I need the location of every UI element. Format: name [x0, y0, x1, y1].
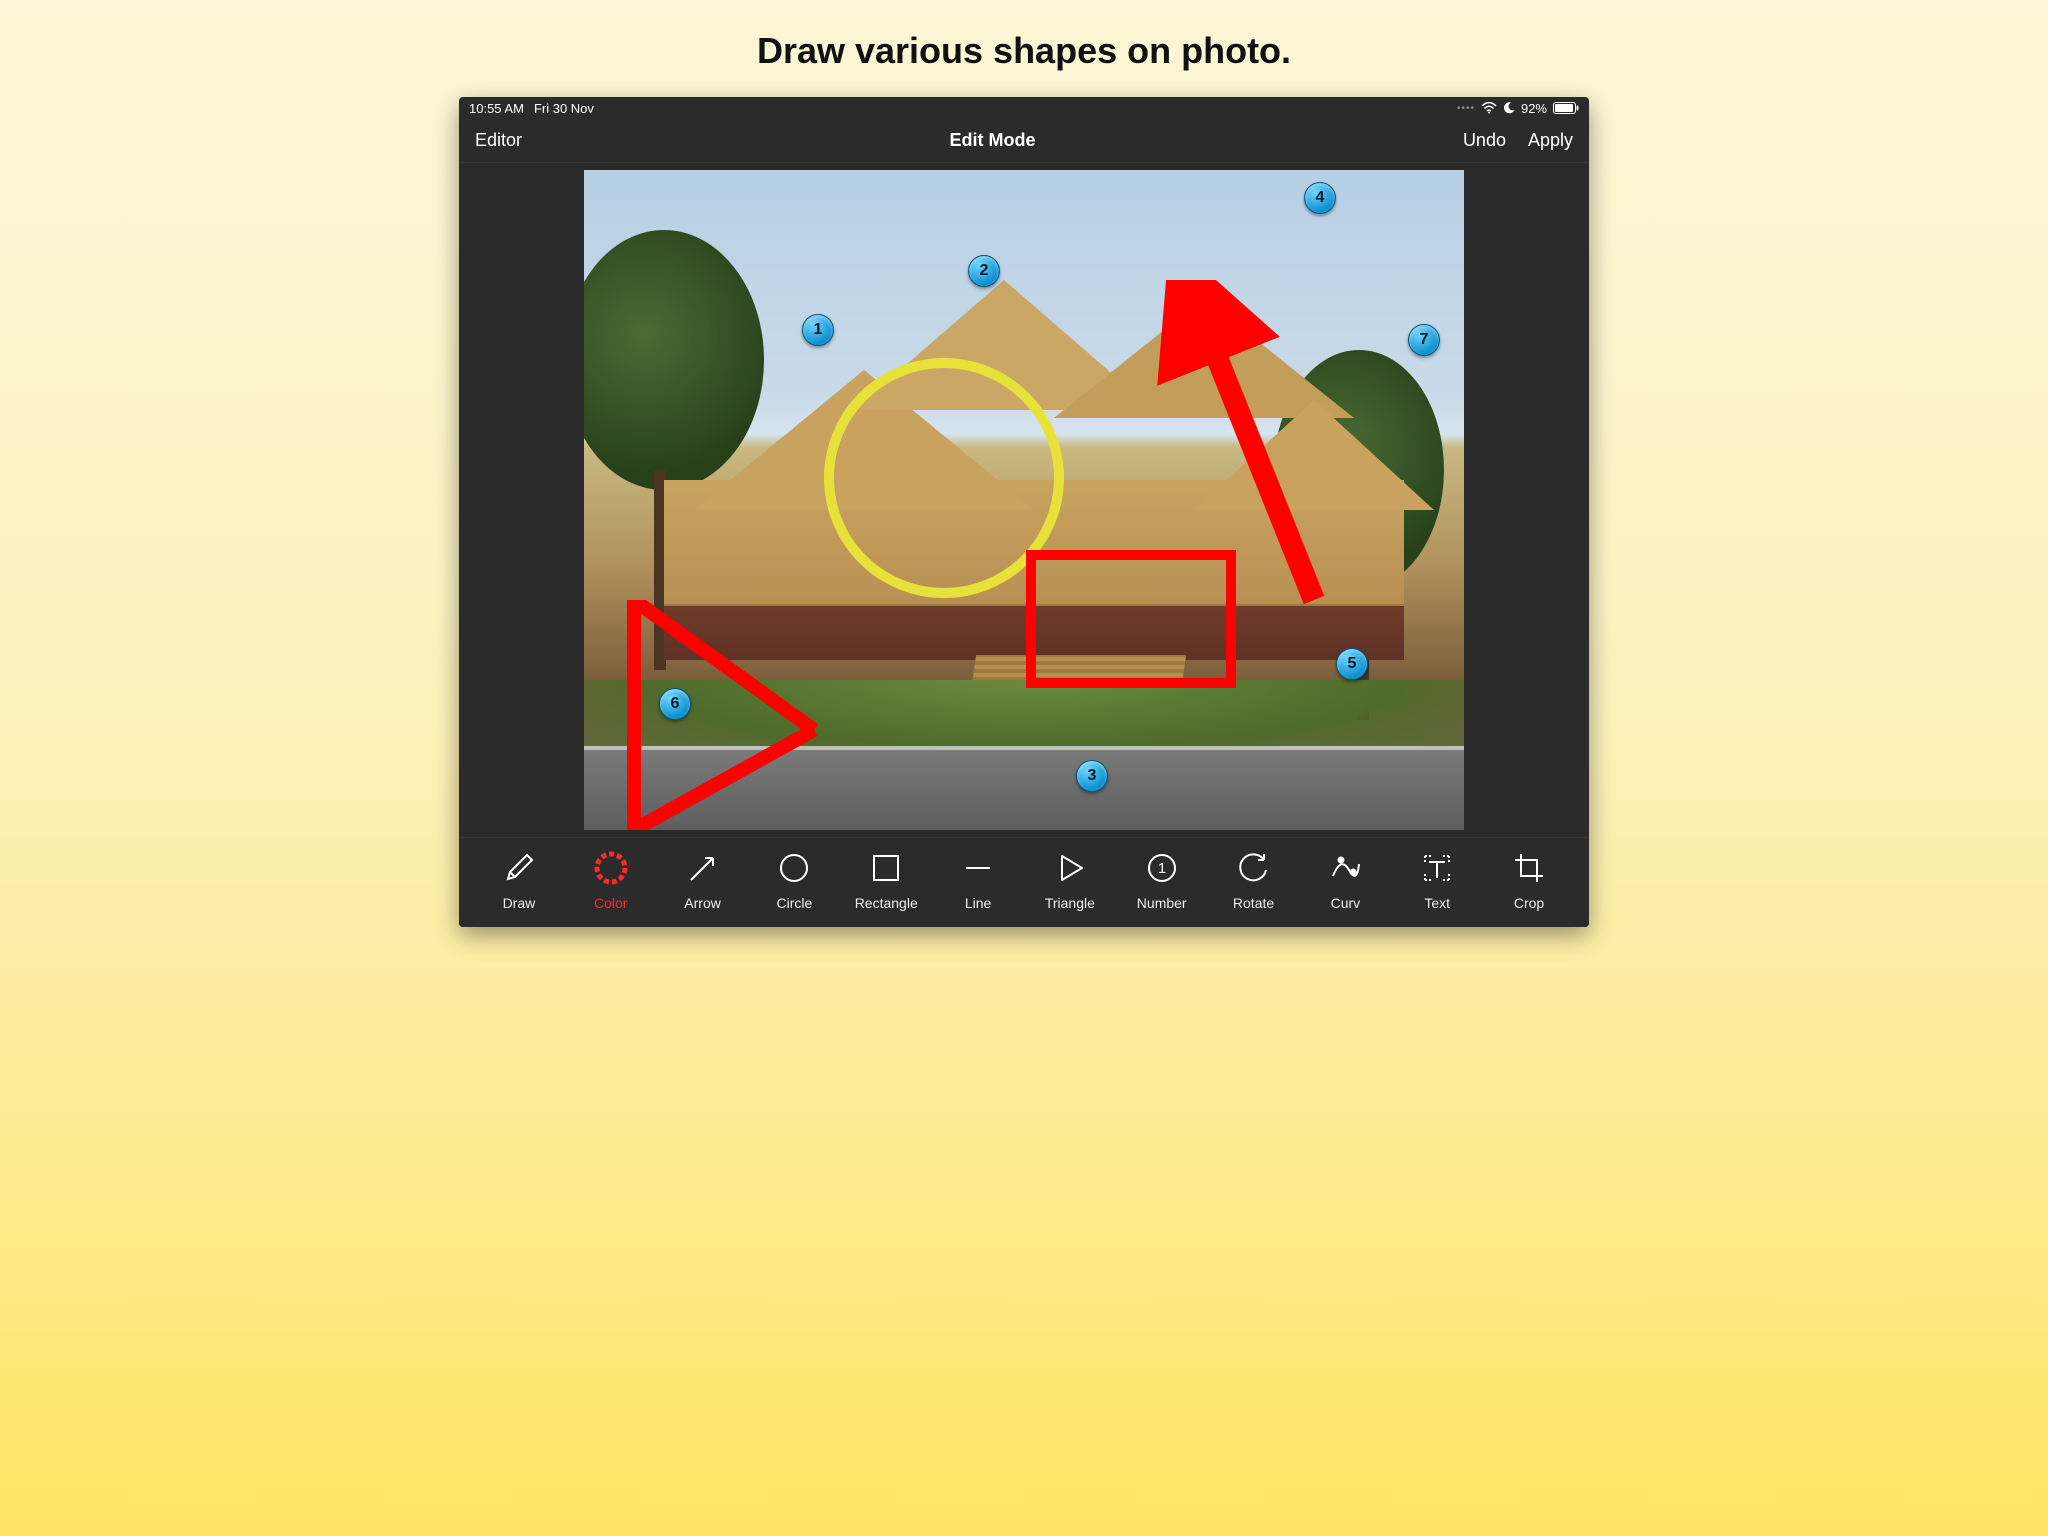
- triangle-icon: [1052, 850, 1088, 889]
- pencil-icon: [501, 850, 537, 889]
- tool-label: Crop: [1514, 895, 1544, 911]
- page-title: Draw various shapes on photo.: [757, 30, 1291, 72]
- tool-rotate[interactable]: Rotate: [1209, 850, 1299, 911]
- annotation-pin-7[interactable]: 7: [1408, 324, 1440, 356]
- annotation-triangle[interactable]: [614, 600, 834, 830]
- number-icon: 1: [1144, 850, 1180, 889]
- screen-title: Edit Mode: [949, 130, 1035, 151]
- tool-label: Number: [1137, 895, 1187, 911]
- tool-curv[interactable]: Curv: [1300, 850, 1390, 911]
- annotation-pin-2[interactable]: 2: [968, 255, 1000, 287]
- editor-back-button[interactable]: Editor: [475, 130, 522, 151]
- tool-triangle[interactable]: Triangle: [1025, 850, 1115, 911]
- tool-label: Rotate: [1233, 895, 1274, 911]
- line-icon: [960, 850, 996, 889]
- tool-color[interactable]: Color: [566, 850, 656, 911]
- do-not-disturb-icon: [1503, 102, 1515, 114]
- wifi-icon: [1481, 102, 1497, 114]
- tool-label: Curv: [1331, 895, 1361, 911]
- apply-button[interactable]: Apply: [1528, 130, 1573, 151]
- svg-text:1: 1: [1158, 860, 1166, 877]
- annotation-pin-6[interactable]: 6: [659, 688, 691, 720]
- status-date: Fri 30 Nov: [534, 101, 594, 116]
- color-wheel-icon: [593, 850, 629, 889]
- canvas-area[interactable]: 1 2 3 4 5 6 7: [459, 163, 1589, 837]
- status-bar: 10:55 AM Fri 30 Nov •••• 92%: [459, 97, 1589, 119]
- tool-crop[interactable]: Crop: [1484, 850, 1574, 911]
- tool-label: Text: [1424, 895, 1450, 911]
- tool-line[interactable]: Line: [933, 850, 1023, 911]
- curve-icon: [1327, 850, 1363, 889]
- battery-percent: 92%: [1521, 101, 1547, 116]
- arrow-icon: [685, 850, 721, 889]
- tool-circle[interactable]: Circle: [749, 850, 839, 911]
- tool-number[interactable]: 1 Number: [1117, 850, 1207, 911]
- annotation-pin-4[interactable]: 4: [1304, 182, 1336, 214]
- app-window: 10:55 AM Fri 30 Nov •••• 92% Editor Edit…: [459, 97, 1589, 927]
- status-time: 10:55 AM: [469, 101, 524, 116]
- tool-label: Arrow: [684, 895, 721, 911]
- tool-draw[interactable]: Draw: [474, 850, 564, 911]
- tool-label: Triangle: [1045, 895, 1095, 911]
- crop-icon: [1511, 850, 1547, 889]
- annotation-pin-5[interactable]: 5: [1336, 648, 1368, 680]
- annotation-arrow[interactable]: [1154, 280, 1344, 610]
- tool-label: Circle: [777, 895, 813, 911]
- tool-rectangle[interactable]: Rectangle: [841, 850, 931, 911]
- tool-label: Rectangle: [855, 895, 918, 911]
- battery-icon: [1553, 102, 1579, 114]
- tool-arrow[interactable]: Arrow: [658, 850, 748, 911]
- photo-canvas[interactable]: 1 2 3 4 5 6 7: [584, 170, 1464, 830]
- rectangle-icon: [868, 850, 904, 889]
- rotate-icon: [1236, 850, 1272, 889]
- nav-bar: Editor Edit Mode Undo Apply: [459, 119, 1589, 163]
- tool-label: Line: [965, 895, 991, 911]
- bottom-toolbar: Draw Color Arrow Circle: [459, 837, 1589, 927]
- circle-icon: [776, 850, 812, 889]
- status-dots: ••••: [1457, 103, 1475, 114]
- annotation-pin-3[interactable]: 3: [1076, 760, 1108, 792]
- annotation-pin-1[interactable]: 1: [802, 314, 834, 346]
- text-icon: [1419, 850, 1455, 889]
- tool-text[interactable]: Text: [1392, 850, 1482, 911]
- undo-button[interactable]: Undo: [1463, 130, 1506, 151]
- tool-label: Draw: [503, 895, 536, 911]
- tool-label: Color: [594, 895, 627, 911]
